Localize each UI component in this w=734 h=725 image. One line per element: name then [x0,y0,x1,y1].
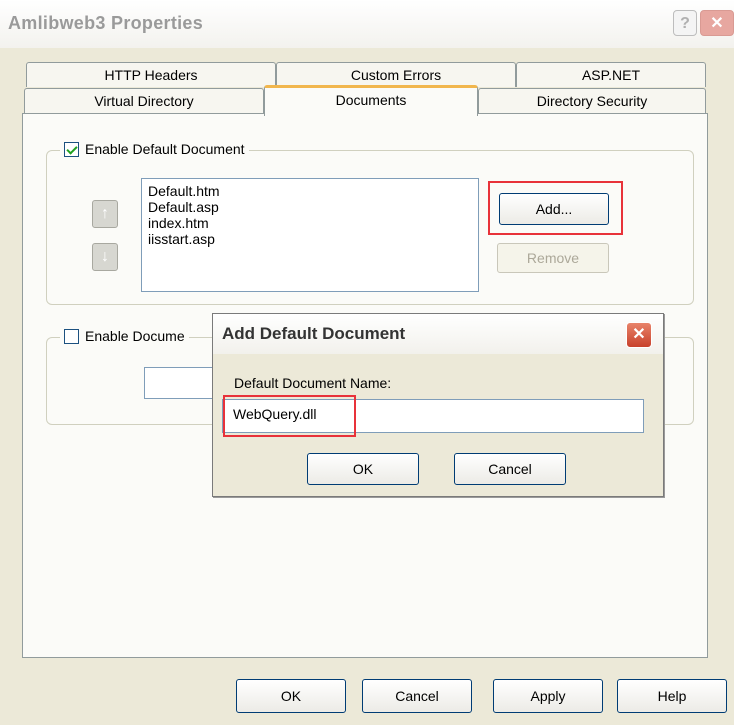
dialog-title: Add Default Document [222,324,406,343]
arrow-up-icon: ↑ [101,205,109,222]
list-item[interactable]: index.htm [148,215,472,231]
dialog-titlebar: Add Default Document ✕ [213,314,663,354]
help-button[interactable]: ? [673,10,697,36]
dialog-close-button[interactable]: ✕ [626,322,652,348]
list-item[interactable]: Default.htm [148,183,472,199]
move-up-button[interactable]: ↑ [92,200,118,228]
default-document-list[interactable]: Default.htm Default.asp index.htm iissta… [141,178,479,292]
enable-default-document-checkbox[interactable] [64,141,79,157]
tab-http-headers[interactable]: HTTP Headers [26,62,276,87]
apply-button[interactable]: Apply [493,679,603,713]
tab-directory-security[interactable]: Directory Security [478,88,706,113]
enable-document-footer-label: Enable Docume [85,328,185,344]
window-titlebar: Amlibweb3 Properties ? ✕ [0,0,734,48]
list-item[interactable]: Default.asp [148,199,472,215]
close-icon: ✕ [710,15,724,32]
ok-button[interactable]: OK [236,679,346,713]
list-item[interactable]: iisstart.asp [148,231,472,247]
cancel-button[interactable]: Cancel [362,679,472,713]
tab-documents[interactable]: Documents [264,85,478,116]
question-icon: ? [680,15,690,32]
dialog-cancel-button[interactable]: Cancel [454,453,566,485]
enable-document-footer[interactable]: Enable Docume [60,328,189,344]
tab-asp-net[interactable]: ASP.NET [516,62,706,87]
remove-button[interactable]: Remove [497,243,609,273]
arrow-down-icon: ↓ [101,248,109,265]
document-name-label: Default Document Name: [234,375,392,391]
tab-virtual-directory[interactable]: Virtual Directory [24,88,264,113]
footer-file-input[interactable] [144,367,214,399]
input-highlight-box [223,395,356,437]
add-default-document-dialog: Add Default Document ✕ Default Document … [212,313,664,497]
window-close-button[interactable]: ✕ [700,10,734,36]
help-bottom-button[interactable]: Help [617,679,727,713]
close-icon: ✕ [632,326,646,343]
enable-document-footer-checkbox[interactable] [64,328,79,344]
add-highlight-box [488,181,623,235]
move-down-button[interactable]: ↓ [92,243,118,271]
tab-custom-errors[interactable]: Custom Errors [276,62,516,87]
enable-default-document[interactable]: Enable Default Document [60,141,249,157]
enable-default-document-label: Enable Default Document [85,141,245,157]
dialog-ok-button[interactable]: OK [307,453,419,485]
window-title: Amlibweb3 Properties [8,13,204,33]
